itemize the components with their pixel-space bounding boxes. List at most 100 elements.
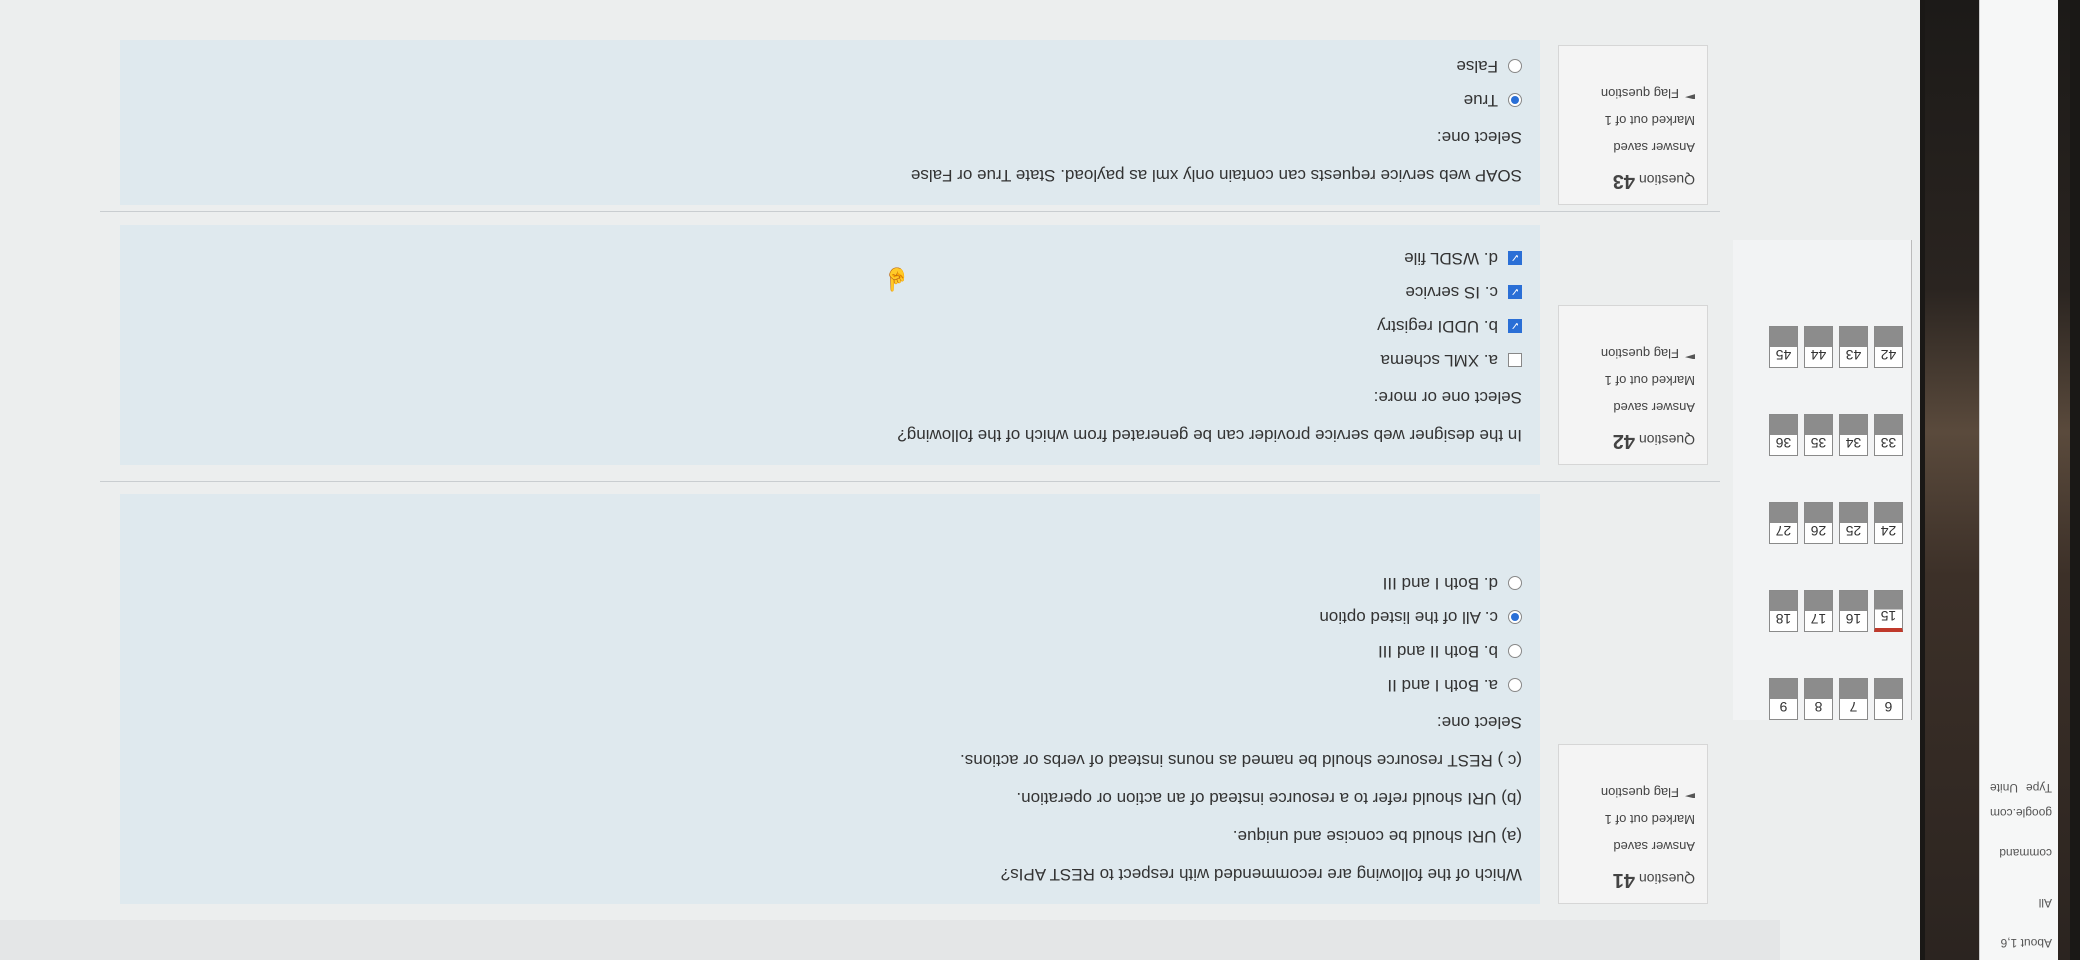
chip-about: About 1,6 [2000, 936, 2052, 950]
quiz-nav-button[interactable]: 18 [1769, 590, 1798, 632]
quiz-nav-button[interactable]: 17 [1804, 590, 1833, 632]
answer-prompt: Select one or more: [1373, 388, 1522, 407]
chip-all[interactable]: All [2039, 896, 2052, 910]
quiz-nav-button[interactable]: 42 [1874, 326, 1903, 368]
quiz-nav-button[interactable]: 33 [1874, 414, 1903, 456]
question-statement: (a) URI should be concise and unique. [1232, 827, 1522, 846]
answer-prompt: Select one: [1436, 713, 1522, 732]
quiz-navigation: 6 7 8 9 15 16 17 18 24 25 26 27 33 34 35… [1733, 240, 1912, 720]
quiz-nav-button[interactable]: 27 [1769, 502, 1798, 544]
flag-icon [1685, 787, 1695, 799]
flag-icon [1685, 348, 1695, 360]
option-label: c. IS service [1405, 283, 1498, 302]
quiz-nav-button[interactable]: 43 [1839, 326, 1868, 368]
question-mark: Marked out of 1 [1604, 812, 1695, 827]
quiz-nav-button[interactable]: 45 [1769, 326, 1798, 368]
question-label: Question [1638, 172, 1695, 188]
question-content-43: SOAP web service requests can contain on… [120, 40, 1540, 205]
question-info-41: Question41 Answer saved Marked out of 1 … [1558, 744, 1708, 904]
quiz-nav-button[interactable]: 44 [1804, 326, 1833, 368]
radio-button-selected[interactable] [1508, 610, 1522, 624]
option-label: d. Both I and III [1382, 574, 1498, 593]
quiz-nav-row: 24 25 26 27 [1769, 502, 1903, 544]
answer-option[interactable]: ✓ c. IS service [138, 275, 1522, 309]
quiz-nav-button[interactable]: 34 [1839, 414, 1868, 456]
question-number: Question42 [1571, 429, 1695, 452]
answer-option[interactable]: False [138, 49, 1522, 83]
question-info-42: Question42 Answer saved Marked out of 1 … [1558, 305, 1708, 465]
question-text: SOAP web service requests can contain on… [910, 166, 1522, 185]
question-separator [100, 481, 1720, 482]
question-mark: Marked out of 1 [1604, 113, 1695, 128]
quiz-nav-button[interactable]: 6 [1874, 678, 1903, 720]
flag-question-button[interactable]: Flag question [1571, 785, 1695, 800]
quiz-nav-button[interactable]: 36 [1769, 414, 1798, 456]
question-number-value: 43 [1612, 170, 1635, 192]
answer-option[interactable]: d. Both I and III [138, 566, 1522, 600]
mouse-pointer-icon: ☝ [882, 267, 910, 292]
quiz-nav-button[interactable]: 26 [1804, 502, 1833, 544]
quiz-nav-row: 15 16 17 18 [1769, 590, 1903, 632]
chip-unite[interactable]: Unite [1990, 781, 2018, 795]
radio-button[interactable] [1508, 644, 1522, 658]
checkbox-checked[interactable]: ✓ [1508, 251, 1522, 265]
page-top-strip [0, 920, 1780, 960]
answer-option[interactable]: True [138, 83, 1522, 117]
question-mark: Marked out of 1 [1604, 373, 1695, 388]
answer-option[interactable]: ✓ b. UDDI registry [138, 309, 1522, 343]
quiz-nav-button[interactable]: 7 [1839, 678, 1868, 720]
quiz-nav-button[interactable]: 8 [1804, 678, 1833, 720]
chip-type[interactable]: Type [2026, 781, 2052, 795]
quiz-nav-button[interactable]: 15 [1874, 590, 1903, 632]
flag-icon [1685, 88, 1695, 100]
question-separator [100, 211, 1720, 212]
question-statement: (c ) REST resource should be named as no… [960, 751, 1522, 770]
answer-option[interactable]: ✓ d. WSDL file [138, 241, 1522, 275]
rotated-screen: google.com Type Unite command All About … [0, 0, 2080, 960]
chip-command[interactable]: command [1999, 846, 2052, 860]
answer-option[interactable]: c. All of the listed option [138, 600, 1522, 634]
question-number-value: 42 [1612, 430, 1635, 452]
answer-option[interactable]: a. XML schema [138, 343, 1522, 377]
radio-button[interactable] [1508, 576, 1522, 590]
checkbox-checked[interactable]: ✓ [1508, 285, 1522, 299]
browser-side-panel: google.com Type Unite command All About … [1979, 0, 2058, 960]
quiz-nav-button[interactable]: 9 [1769, 678, 1798, 720]
quiz-nav-row: 42 43 44 45 [1769, 326, 1903, 368]
flag-question-label: Flag question [1600, 86, 1679, 101]
option-label: b. Both II and III [1377, 642, 1498, 661]
flag-question-label: Flag question [1600, 785, 1679, 800]
question-info-43: Question43 Answer saved Marked out of 1 … [1558, 45, 1708, 205]
answer-option[interactable]: b. Both II and III [138, 634, 1522, 668]
question-text: In the designer web service provider can… [897, 426, 1522, 445]
flag-question-button[interactable]: Flag question [1571, 346, 1695, 361]
chip-google[interactable]: google.com [1990, 806, 2052, 820]
answer-option[interactable]: a. Both I and II [138, 668, 1522, 702]
quiz-nav-row: 33 34 35 36 [1769, 414, 1903, 456]
question-number: Question43 [1571, 169, 1695, 192]
radio-button[interactable] [1508, 59, 1522, 73]
quiz-nav-button[interactable]: 24 [1874, 502, 1903, 544]
question-number: Question41 [1571, 868, 1695, 891]
radio-button-selected[interactable] [1508, 93, 1522, 107]
option-label: a. Both I and II [1387, 676, 1498, 695]
option-label: d. WSDL file [1404, 249, 1498, 268]
question-status: Answer saved [1613, 400, 1695, 415]
option-label: b. UDDI registry [1377, 317, 1498, 336]
quiz-nav-button[interactable]: 35 [1804, 414, 1833, 456]
question-content-41: Which of the following are recommended w… [120, 494, 1540, 904]
question-label: Question [1638, 432, 1695, 448]
radio-button[interactable] [1508, 678, 1522, 692]
quiz-nav-button[interactable]: 16 [1839, 590, 1868, 632]
question-label: Question [1638, 871, 1695, 887]
flag-question-label: Flag question [1600, 346, 1679, 361]
flag-question-button[interactable]: Flag question [1571, 86, 1695, 101]
option-label: c. All of the listed option [1319, 608, 1498, 627]
question-statement: (b) URI should refer to a resource inste… [1016, 789, 1522, 808]
question-number-value: 41 [1612, 869, 1635, 891]
checkbox-checked[interactable]: ✓ [1508, 319, 1522, 333]
quiz-nav-button[interactable]: 25 [1839, 502, 1868, 544]
answer-prompt: Select one: [1436, 128, 1522, 147]
checkbox[interactable] [1508, 353, 1522, 367]
question-status: Answer saved [1613, 140, 1695, 155]
